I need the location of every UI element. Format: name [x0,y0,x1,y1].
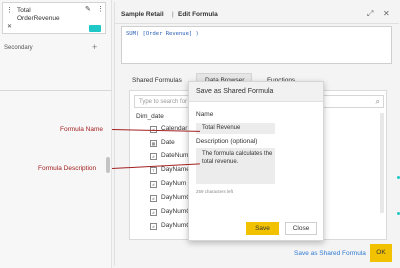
expand-icon[interactable]: ⤢ [367,9,373,19]
close-button[interactable]: Close [285,222,317,235]
breadcrumb-separator: | [172,11,174,18]
field-label: Date [161,139,175,146]
formula-description-value: The formula calculates the total revenue… [202,151,273,165]
field-item[interactable]: # DateNum [150,152,188,160]
save-dialog-title: Save as Shared Formula [196,88,274,95]
formula-name-value: Total Revenue [202,125,241,131]
color-chip[interactable] [89,25,101,32]
add-secondary-icon[interactable]: + [92,42,97,52]
secondary-label: Secondary [4,45,33,51]
field-type-icon: # [150,181,157,188]
annotation-formula-name: Formula Name [60,126,103,133]
save-dialog-header: Save as Shared Formula [189,82,323,102]
save-shared-formula-dialog: Save as Shared Formula Name Total Revenu… [188,81,324,241]
breadcrumb-current: Edit Formula [178,11,218,18]
formula-name-input[interactable]: Total Revenue [196,123,275,134]
field-label: DateNum [161,152,189,159]
field-item[interactable]: # DayNumOf [150,194,193,202]
formula-description-input[interactable]: The formula calculates the total revenue… [196,148,275,184]
field-item[interactable]: # DayNumOf [150,208,193,216]
dialog-header: Sample Retail | Edit Formula ⤢ ✕ [115,2,399,24]
field-item[interactable]: T DayName [150,166,190,174]
search-icon[interactable]: ⌕ [376,97,380,107]
menu-icon[interactable]: ⋮ [6,7,13,15]
description-label: Description (optional) [196,138,258,145]
name-label: Name [196,111,214,118]
edit-icon[interactable]: ✎ [85,6,91,14]
measure-name: Total OrderRevenue [17,7,60,23]
tab-shared-formulas[interactable]: Shared Formulas [132,77,182,84]
measure-card[interactable]: ⋮ Total OrderRevenue ✎ ⋮ ✕ [2,2,106,34]
ok-button[interactable]: OK [370,244,392,262]
characters-left-counter: 259 characters left [196,189,234,194]
field-item[interactable]: # DayNum [150,180,186,188]
scrollbar[interactable] [106,157,110,173]
measure-name-line2: OrderRevenue [17,15,60,22]
breadcrumb-root[interactable]: Sample Retail [121,11,164,18]
field-type-icon: # [150,153,157,160]
measure-name-line1: Total [17,7,31,14]
field-item[interactable]: ▦ Date [150,139,175,147]
kebab-icon[interactable]: ⋮ [97,6,104,14]
field-type-icon: # [150,209,157,216]
search-placeholder: Type to search for [139,99,188,105]
field-item[interactable]: # DayNumOf [150,222,193,230]
formula-text[interactable]: SUM( [Order Revenue] ) [126,31,199,37]
field-type-icon: ▦ [150,140,157,147]
formula-editor[interactable]: SUM( [Order Revenue] ) [121,26,392,64]
left-panel: ⋮ Total OrderRevenue ✎ ⋮ ✕ Secondary + [0,0,112,268]
save-button[interactable]: Save [246,222,279,235]
group-dim-date[interactable]: Dim_date [136,113,164,120]
field-label: DayNum [161,180,187,187]
close-icon[interactable]: ✕ [383,9,390,18]
panel-scrollbar[interactable] [380,113,384,213]
annotation-formula-description: Formula Description [38,165,97,172]
field-label: DayName [161,166,190,173]
field-type-icon: # [150,195,157,202]
delete-icon[interactable]: ✕ [7,23,12,31]
save-as-shared-formula-link[interactable]: Save as Shared Formula [294,250,366,257]
divider [0,90,112,91]
field-type-icon: # [150,223,157,230]
field-type-icon: T [150,167,157,174]
